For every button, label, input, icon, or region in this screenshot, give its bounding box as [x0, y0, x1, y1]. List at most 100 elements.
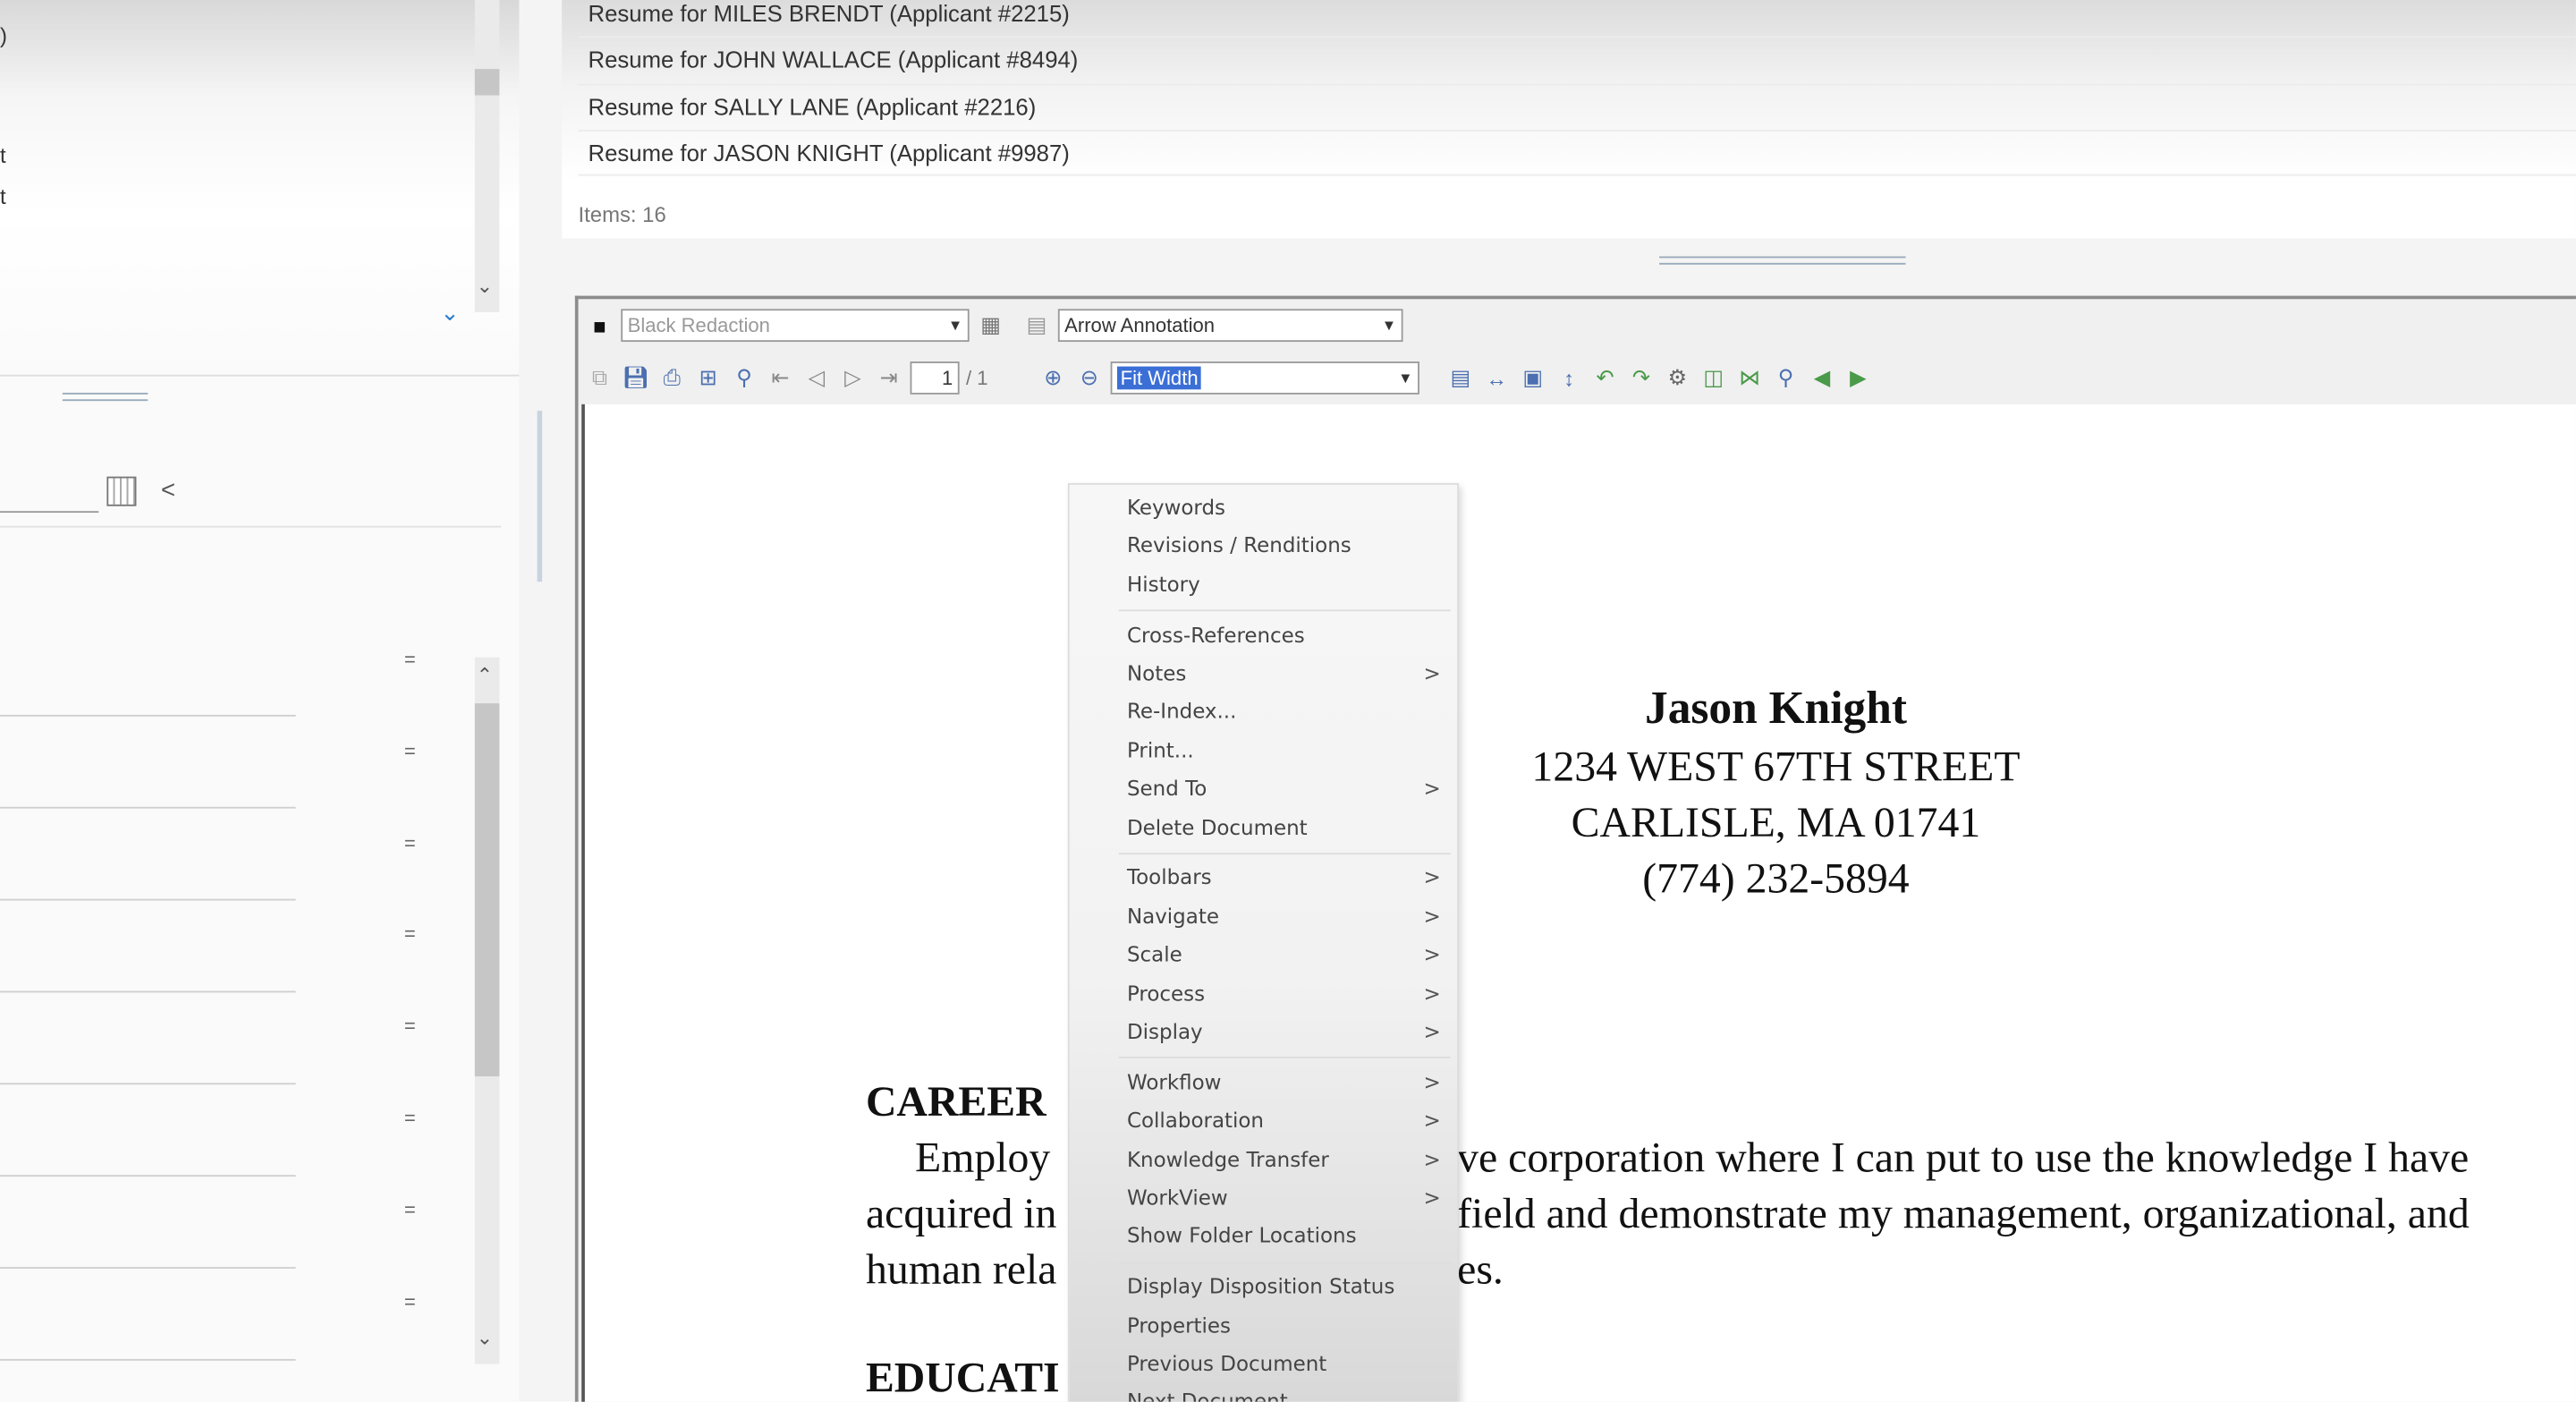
last-page-icon[interactable]: ⇥: [874, 363, 903, 393]
row-divider: [578, 83, 2576, 86]
fit-height-icon[interactable]: ↕: [1555, 363, 1584, 393]
list-item[interactable]: Resume for JASON KNIGHT (Applicant #9987…: [589, 140, 1070, 166]
settings-icon[interactable]: ⚙: [1663, 363, 1692, 393]
save-icon[interactable]: 💾︎: [621, 363, 650, 393]
menu-item-collaboration[interactable]: Collaboration >: [1127, 1105, 1441, 1138]
list-item[interactable]: Resume for MILES BRENDT (Applicant #2215…: [589, 0, 1070, 26]
menu-item-keywords[interactable]: Keywords: [1127, 491, 1441, 524]
menu-item-next-document[interactable]: Next Document: [1127, 1386, 1441, 1402]
menu-item-toolbars[interactable]: Toolbars >: [1127, 862, 1441, 895]
annotation-select[interactable]: Arrow Annotation ▼: [1057, 309, 1403, 343]
row-marker: =: [403, 922, 416, 946]
vertical-splitter[interactable]: [537, 411, 543, 582]
menu-item-cross-references[interactable]: Cross-References: [1127, 619, 1441, 652]
print-icon[interactable]: ⎙: [657, 363, 687, 393]
fit-width-icon[interactable]: ↔: [1482, 363, 1512, 393]
menu-item-process[interactable]: Process >: [1127, 977, 1441, 1010]
menu-item-workflow[interactable]: Workflow >: [1127, 1066, 1441, 1100]
resume-name: Jason Knight: [1644, 684, 1907, 735]
zoom-out-icon[interactable]: ⊖: [1074, 363, 1104, 393]
partial-text: t: [0, 142, 6, 168]
rotate-right-icon[interactable]: ↷: [1626, 363, 1656, 393]
chevron-down-icon[interactable]: ⌄: [477, 1326, 493, 1349]
menu-item-properties[interactable]: Properties: [1127, 1309, 1441, 1342]
zoom-select[interactable]: Fit Width ▼: [1110, 361, 1419, 395]
date-input[interactable]: [0, 511, 99, 514]
magnifier-icon[interactable]: ⚲: [1771, 363, 1801, 393]
menu-item-previous-document[interactable]: Previous Document: [1127, 1347, 1441, 1381]
menu-item-label: Display Disposition Status: [1126, 1273, 1395, 1299]
single-page-icon[interactable]: ▤: [1445, 363, 1475, 393]
menu-item-delete-document[interactable]: Delete Document: [1127, 811, 1441, 845]
menu-item-label: Toolbars: [1126, 864, 1212, 890]
menu-item-print[interactable]: Print...: [1127, 735, 1441, 768]
redaction-icon[interactable]: ■: [585, 310, 614, 340]
splitter-grip[interactable]: [1659, 256, 1906, 265]
menu-item-scale[interactable]: Scale >: [1127, 939, 1441, 972]
menu-item-navigate[interactable]: Navigate >: [1127, 900, 1441, 933]
split-icon[interactable]: ⋈: [1735, 363, 1765, 393]
redaction-select[interactable]: Black Redaction ▼: [621, 309, 970, 343]
copy-icon[interactable]: ⧉: [585, 363, 614, 393]
add-page-icon[interactable]: ⊞: [693, 363, 723, 393]
top-scrollbar[interactable]: [474, 0, 500, 312]
submenu-arrow-icon: >: [1423, 864, 1441, 890]
dropdown-arrow-icon: ▼: [947, 317, 963, 334]
next-document-icon[interactable]: ▶: [1843, 363, 1873, 393]
splitter-grip[interactable]: [62, 392, 148, 402]
menu-item-send-to[interactable]: Send To >: [1127, 773, 1441, 806]
menu-item-label: Delete Document: [1126, 814, 1308, 839]
menu-separator: [1118, 1057, 1451, 1059]
document-viewer: ■ Black Redaction ▼ ▦ ▤ Arrow Annotation ▼…: [574, 295, 2576, 1402]
annotation-toolbar: ■ Black Redaction ▼ ▦ ▤ Arrow Annotation ▼: [585, 302, 2576, 348]
item-count: Items: 16: [578, 201, 666, 227]
chevron-left-icon[interactable]: <: [161, 477, 175, 505]
menu-item-history[interactable]: History: [1127, 568, 1441, 601]
menu-item-label: Keywords: [1126, 494, 1226, 520]
expand-chevron-icon[interactable]: ⌄: [440, 299, 460, 327]
menu-item-label: Show Folder Locations: [1126, 1223, 1357, 1248]
chevron-down-icon[interactable]: ⌄: [477, 275, 493, 298]
menu-item-revisions-renditions[interactable]: Revisions / Renditions: [1127, 530, 1441, 563]
row-divider: [0, 806, 296, 809]
previous-document-icon[interactable]: ◀: [1807, 363, 1836, 393]
first-page-icon[interactable]: ⇤: [766, 363, 795, 393]
prev-page-icon[interactable]: ◁: [801, 363, 831, 393]
list-item[interactable]: Resume for SALLY LANE (Applicant #2216): [589, 94, 1037, 120]
resume-address2: CARLISLE, MA 01741: [1571, 798, 1981, 846]
document-list: Resume for MILES BRENDT (Applicant #2215…: [562, 0, 2576, 239]
top-scrollbar-thumb[interactable]: [474, 69, 500, 96]
zoom-in-icon[interactable]: ⊕: [1038, 363, 1068, 393]
menu-item-display[interactable]: Display >: [1127, 1015, 1441, 1049]
next-page-icon[interactable]: ▷: [838, 363, 868, 393]
resume-phone: (774) 232-5894: [1642, 854, 1910, 903]
menu-item-label: Previous Document: [1126, 1350, 1327, 1376]
page-options-icon[interactable]: ◫: [1699, 363, 1728, 393]
menu-item-workview[interactable]: WorkView >: [1127, 1182, 1441, 1215]
viewer-toolbar: ⧉ 💾︎ ⎙ ⊞ ⚲ ⇤ ◁ ▷ ⇥ 1 / 1 ⊕ ⊖ Fit Width ▼ …: [585, 355, 2576, 401]
menu-item-re-index[interactable]: Re-Index...: [1127, 696, 1441, 729]
calendar-icon[interactable]: [106, 476, 137, 506]
annotation-icon[interactable]: ▤: [1021, 310, 1051, 340]
menu-item-knowledge-transfer[interactable]: Knowledge Transfer >: [1127, 1143, 1441, 1177]
chevron-up-icon[interactable]: ⌃: [477, 664, 493, 687]
list-scrollbar-thumb[interactable]: [474, 703, 500, 1077]
list-item[interactable]: Resume for JOHN WALLACE (Applicant #8494…: [589, 46, 1079, 72]
submenu-arrow-icon: >: [1423, 1108, 1441, 1133]
rotate-left-icon[interactable]: ↶: [1590, 363, 1620, 393]
menu-item-label: Notes: [1126, 660, 1187, 685]
menu-item-label: Next Document: [1126, 1389, 1288, 1402]
submenu-arrow-icon: >: [1423, 903, 1441, 929]
submenu-arrow-icon: >: [1423, 776, 1441, 801]
page-input[interactable]: 1: [910, 361, 960, 395]
fit-page-icon[interactable]: ▣: [1518, 363, 1547, 393]
apply-redaction-icon[interactable]: ▦: [976, 310, 1005, 340]
submenu-arrow-icon: >: [1423, 1146, 1441, 1171]
menu-item-label: Display: [1126, 1018, 1203, 1044]
menu-item-notes[interactable]: Notes >: [1127, 658, 1441, 691]
context-menu: Keywords Revisions / Renditions History Cro…: [1067, 482, 1459, 1402]
menu-item-show-folder-locations[interactable]: Show Folder Locations: [1127, 1220, 1441, 1253]
menu-item-display-disposition-status[interactable]: Display Disposition Status: [1127, 1270, 1441, 1304]
find-icon[interactable]: ⚲: [729, 363, 758, 393]
menu-item-label: Revisions / Renditions: [1126, 532, 1352, 558]
